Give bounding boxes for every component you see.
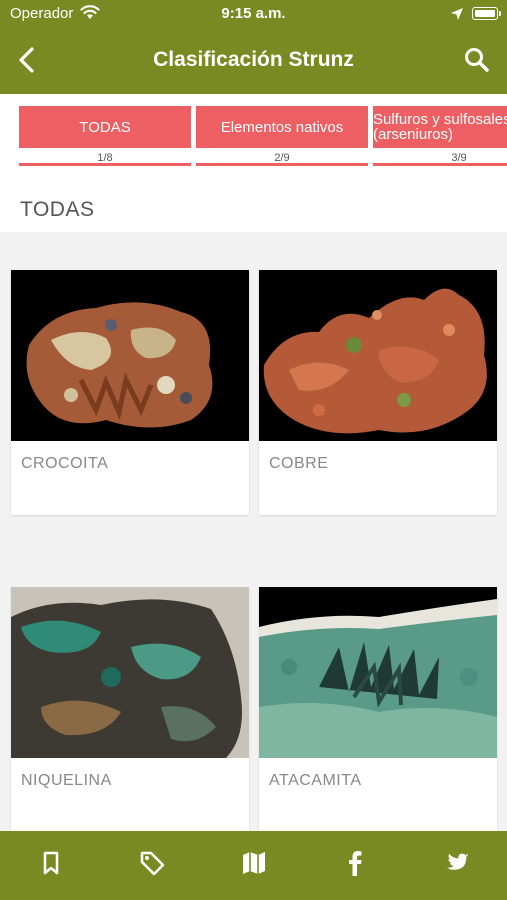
twitter-icon[interactable] bbox=[442, 848, 472, 878]
tag-icon[interactable] bbox=[137, 848, 167, 878]
mineral-name: ATACAMITA bbox=[269, 772, 362, 789]
tab-todas[interactable]: TODAS 1/8 bbox=[19, 106, 191, 170]
mineral-name: COBRE bbox=[269, 455, 329, 472]
page-title: Clasificación Strunz bbox=[153, 48, 354, 71]
tab-label[interactable]: Sulfuros y sulfosales (arseniuros) bbox=[373, 106, 507, 148]
battery-icon bbox=[472, 7, 501, 20]
status-bar: Operador 9:15 a.m. bbox=[0, 0, 507, 28]
mineral-card[interactable]: COBRE bbox=[259, 270, 497, 515]
tab-label[interactable]: Elementos nativos bbox=[196, 106, 368, 148]
bookmark-icon[interactable] bbox=[36, 848, 66, 878]
navigation-bar: Clasificación Strunz bbox=[0, 28, 507, 94]
bottom-tab-bar bbox=[0, 831, 507, 900]
category-tabs: TODAS 1/8 Elementos nativos 2/9 Sulfuros… bbox=[0, 94, 507, 186]
map-icon[interactable] bbox=[239, 848, 269, 878]
mineral-photo bbox=[11, 587, 249, 758]
mineral-photo bbox=[259, 587, 497, 758]
mineral-name: CROCOITA bbox=[21, 455, 109, 472]
location-arrow-icon bbox=[451, 8, 463, 20]
mineral-card[interactable]: CROCOITA bbox=[11, 270, 249, 515]
mineral-photo bbox=[259, 270, 497, 441]
section-title: TODAS bbox=[20, 198, 95, 221]
search-icon[interactable] bbox=[462, 45, 492, 75]
section-header: TODAS bbox=[0, 186, 507, 232]
mineral-card[interactable]: NIQUELINA bbox=[11, 587, 249, 831]
tab-count: 1/8 bbox=[19, 148, 191, 166]
tab-count: 3/9 bbox=[373, 148, 507, 166]
tab-label[interactable]: TODAS bbox=[19, 106, 191, 148]
mineral-photo bbox=[11, 270, 249, 441]
mineral-card[interactable]: ATACAMITA bbox=[259, 587, 497, 831]
tab-count: 2/9 bbox=[196, 148, 368, 166]
clock-time: 9:15 a.m. bbox=[221, 5, 286, 22]
tab-elementos-nativos[interactable]: Elementos nativos 2/9 bbox=[196, 106, 368, 170]
facebook-icon[interactable] bbox=[340, 848, 370, 878]
tab-sulfuros[interactable]: Sulfuros y sulfosales (arseniuros) 3/9 bbox=[373, 106, 507, 170]
mineral-name: NIQUELINA bbox=[21, 772, 112, 789]
